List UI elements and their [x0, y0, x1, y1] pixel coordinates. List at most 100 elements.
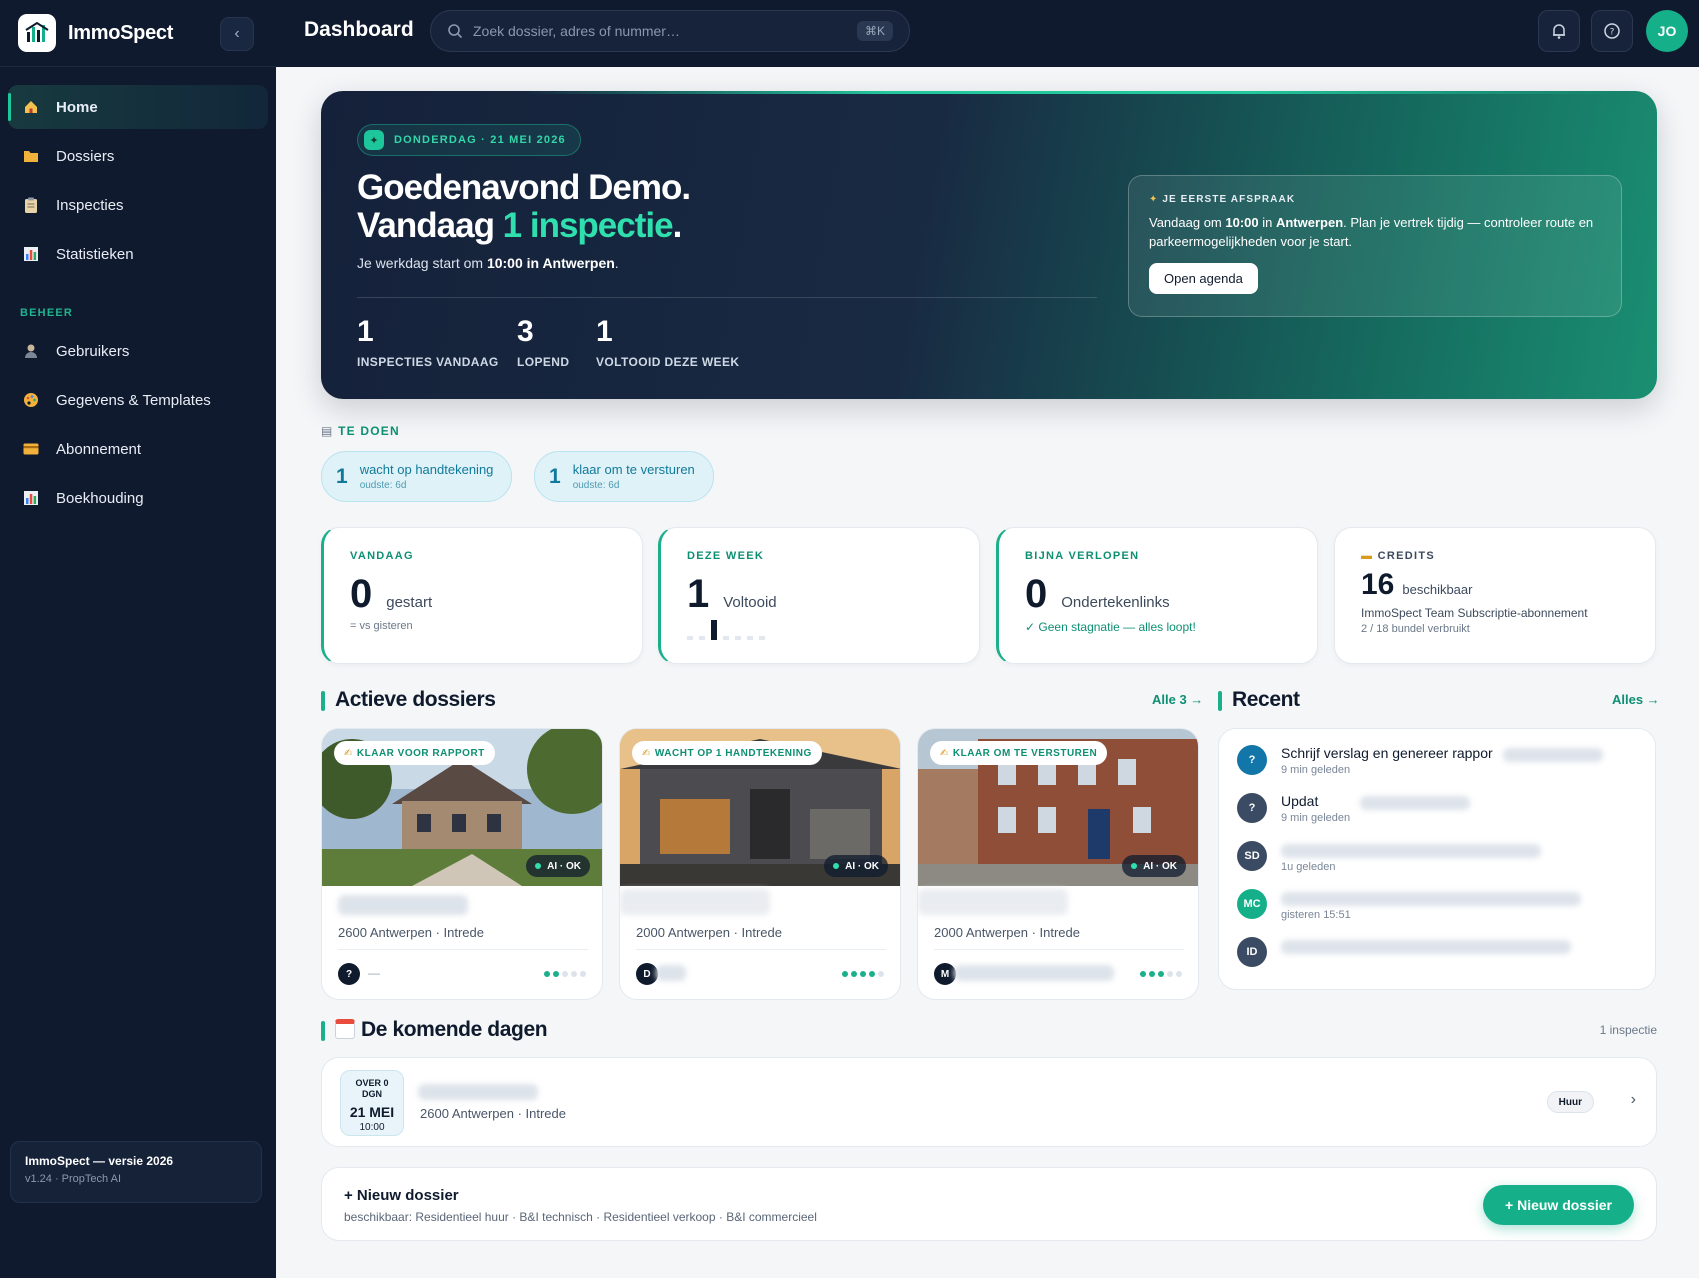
recent-text: Schrijf verslag en genereer rappor	[1281, 745, 1493, 761]
sparkline-bar	[723, 636, 729, 640]
sparkline-bar	[699, 636, 705, 640]
chevron-right-icon[interactable]: ›	[1631, 1091, 1636, 1109]
new-dossier-button[interactable]: + Nieuw dossier	[1483, 1185, 1634, 1225]
ai-badge-text: AI · OK	[547, 860, 581, 872]
ai-badge-text: AI · OK	[1143, 860, 1177, 872]
stat-label: VANDAAG	[350, 550, 414, 562]
progress-dot	[1140, 971, 1146, 977]
user-avatar[interactable]: JO	[1646, 10, 1688, 52]
stat-value: 0	[1025, 572, 1048, 616]
sidebar-item-label: Home	[56, 98, 98, 116]
progress-dot	[878, 971, 884, 977]
appt-time: 10:00	[1225, 215, 1259, 230]
sidebar-item-label: Gegevens & Templates	[56, 391, 211, 409]
progress-dots	[839, 971, 884, 977]
sidebar-item-boekhouding[interactable]: Boekhouding	[8, 476, 268, 520]
stat-value: 1	[687, 572, 710, 616]
dossier-location: 2000 Antwerpen · Intrede	[636, 925, 782, 940]
collapse-sidebar-button[interactable]: ‹	[220, 17, 254, 51]
sidebar-item-label: Statistieken	[56, 245, 134, 263]
sidebar-item-label: Boekhouding	[56, 489, 144, 507]
todo-text-group: klaar om te versturen oudste: 6d	[573, 462, 695, 491]
redacted-inspector	[954, 965, 1114, 981]
recent-item[interactable]: ID	[1237, 937, 1571, 967]
week-sparkline	[687, 620, 765, 640]
sidebar-item-inspecties[interactable]: Inspecties	[8, 183, 268, 227]
hero-sub-bold: 10:00 in Antwerpen	[486, 255, 615, 271]
recent-item[interactable]: ? Updat 9 min geleden	[1237, 793, 1471, 824]
inspector-name: —	[368, 966, 380, 980]
sidebar-item-home[interactable]: Home	[8, 85, 268, 129]
redacted-address	[918, 889, 1068, 915]
page-title: Dashboard	[304, 18, 414, 41]
hero-stat-label: VOLTOOID DEZE WEEK	[596, 355, 740, 369]
new-dossier-title: + Nieuw dossier	[344, 1187, 459, 1204]
recent-avatar: ?	[1237, 793, 1267, 823]
sparkline-bar	[735, 636, 741, 640]
appointment-text: Vandaag om 10:00 in Antwerpen. Plan je v…	[1149, 213, 1601, 251]
sparkline-bar	[759, 636, 765, 640]
dossier-card[interactable]: ✍ WACHT OP 1 HANDTEKENING AI · OK 2000 An…	[619, 728, 901, 1000]
recent-body: 1u geleden	[1281, 841, 1541, 873]
version-title: ImmoSpect — versie 2026	[25, 1154, 174, 1168]
hero-stat-value: 3	[517, 315, 534, 348]
notifications-button[interactable]	[1538, 10, 1580, 52]
recent-time: 9 min geleden	[1281, 812, 1351, 824]
stat-unit: gestart	[386, 594, 433, 611]
dossier-card[interactable]: ✍ KLAAR VOOR RAPPORT AI · OK 2600 Antwerp…	[321, 728, 603, 1000]
redacted-address	[338, 895, 468, 915]
clipboard-icon: ▤	[321, 424, 339, 438]
inspector-avatar: ?	[338, 963, 360, 985]
hero-title-accent: 1 inspectie	[502, 206, 674, 245]
progress-dot	[869, 971, 875, 977]
search-input[interactable]: Zoek dossier, adres of nummer… ⌘K	[430, 10, 910, 52]
recent-item[interactable]: SD 1u geleden	[1237, 841, 1541, 873]
sidebar-item-label: Gebruikers	[56, 342, 130, 360]
date-box: OVER 0 DGN 21 MEI 10:00	[340, 1070, 404, 1136]
dossier-card[interactable]: ✍ KLAAR OM TE VERSTUREN AI · OK 2000 Antw…	[917, 728, 1199, 1000]
redacted-address	[620, 889, 770, 915]
redacted-text	[1360, 796, 1471, 810]
all-dossiers-link[interactable]: Alle 3 →	[1152, 692, 1203, 707]
divider	[636, 949, 886, 950]
days-until: OVER 0 DGN	[355, 1078, 389, 1099]
todo-ready-to-send[interactable]: 1 klaar om te versturen oudste: 6d	[534, 451, 714, 502]
sidebar-item-gebruikers[interactable]: Gebruikers	[8, 329, 268, 373]
new-dossier-available: beschikbaar: Residentieel huur · B&I tec…	[344, 1210, 817, 1224]
hero-title-pre: Vandaag	[357, 206, 503, 245]
help-button[interactable]: ?	[1591, 10, 1633, 52]
stat-card-today[interactable]: VANDAAG 0 gestart = vs gisteren	[321, 527, 643, 664]
redacted-address	[418, 1084, 538, 1100]
stat-card-week[interactable]: DEZE WEEK 1 Voltooid	[658, 527, 980, 664]
sidebar-item-gegevens-templates[interactable]: Gegevens & Templates	[8, 378, 268, 422]
sidebar-item-abonnement[interactable]: Abonnement	[8, 427, 268, 471]
hero-stat-value: 1	[596, 315, 613, 348]
inspection-location: 2600 Antwerpen · Intrede	[420, 1106, 566, 1121]
all-recent-link[interactable]: Alles →	[1612, 692, 1660, 707]
upcoming-count: 1 inspectie	[1599, 1023, 1657, 1037]
stat-card-credits[interactable]: ▬ CREDITS 16 beschikbaar ImmoSpect Team …	[1334, 527, 1656, 664]
appt-text-mid: in	[1258, 215, 1276, 230]
recent-item[interactable]: ? Schrijf verslag en genereer rappor 9 mi…	[1237, 745, 1603, 776]
todo-awaiting-signature[interactable]: 1 wacht op handtekening oudste: 6d	[321, 451, 513, 502]
sidebar-item-statistieken[interactable]: Statistieken	[8, 232, 268, 276]
hero-date: DONDERDAG · 21 MEI 2026	[394, 134, 566, 146]
recent-body: Schrijf verslag en genereer rappor 9 min …	[1281, 745, 1493, 776]
progress-dots	[1137, 971, 1182, 977]
open-agenda-button[interactable]: Open agenda	[1149, 263, 1258, 294]
upcoming-inspection-row[interactable]: OVER 0 DGN 21 MEI 10:00 2600 Antwerpen ·…	[321, 1057, 1657, 1147]
credit-card-icon	[22, 440, 40, 458]
stat-unit: Voltooid	[723, 594, 777, 611]
search-placeholder: Zoek dossier, adres of nummer…	[473, 23, 680, 39]
progress-dot	[1158, 971, 1164, 977]
status-badge: ✍ KLAAR VOOR RAPPORT	[334, 741, 495, 765]
redacted-text	[1281, 892, 1581, 906]
progress-dot	[1149, 971, 1155, 977]
type-tag: Huur	[1546, 1091, 1594, 1113]
credits-usage: 2 / 18 bundel verbruikt	[1361, 623, 1470, 635]
progress-dot	[553, 971, 559, 977]
sidebar-item-dossiers[interactable]: Dossiers	[8, 134, 268, 178]
hero-stat-today: 1 INSPECTIES VANDAAG	[357, 315, 499, 369]
recent-item[interactable]: MC gisteren 15:51	[1237, 889, 1581, 921]
stat-card-expiring[interactable]: BIJNA VERLOPEN 0 Ondertekenlinks ✓ Geen …	[996, 527, 1318, 664]
